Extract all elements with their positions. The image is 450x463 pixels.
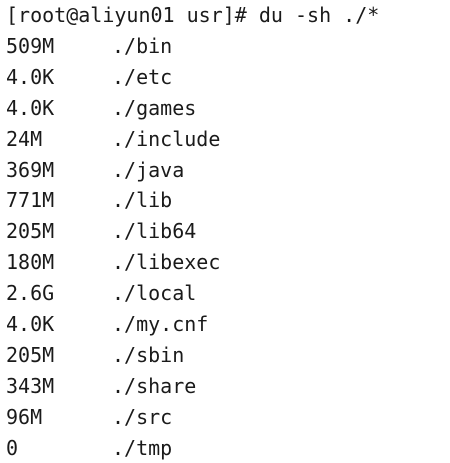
command-prompt-line: [root@aliyun01 usr]# du -sh ./* <box>6 3 380 27</box>
du-output-row: 4.0K ./games <box>6 93 446 124</box>
size-value: 771M <box>6 188 55 213</box>
du-output-row: 369M ./java <box>6 155 446 186</box>
du-output-row: 96M ./src <box>6 402 446 433</box>
size-value: 0 <box>6 435 19 460</box>
path-value: ./my.cnf <box>112 312 209 337</box>
path-value: ./src <box>112 404 173 429</box>
size-value: 4.0K <box>6 312 55 337</box>
du-output-row: 205M ./lib64 <box>6 216 446 247</box>
size-value: 96M <box>6 404 43 429</box>
du-output-row: 343M ./share <box>6 371 446 402</box>
path-value: ./local <box>112 281 197 306</box>
size-value: 4.0K <box>6 95 55 120</box>
terminal-output: [root@aliyun01 usr]# du -sh ./* 509M ./bi… <box>6 0 446 460</box>
path-value: ./games <box>112 95 197 120</box>
size-value: 24M <box>6 126 43 151</box>
path-value: ./bin <box>112 34 173 58</box>
du-output-row: 4.0K ./etc <box>6 62 446 93</box>
path-value: ./share <box>112 373 197 398</box>
size-value: 205M <box>6 342 55 367</box>
size-value: 205M <box>6 219 55 244</box>
du-output-row: 771M ./lib <box>6 185 446 216</box>
du-output-list: 509M ./bin 4.0K ./etc 4.0K ./games 24M ./inc… <box>6 31 446 463</box>
path-value: ./sbin <box>112 342 185 367</box>
path-value: ./etc <box>112 64 173 89</box>
du-output-row: 4.0K ./my.cnf <box>6 309 446 340</box>
du-output-row: 0 ./tmp <box>6 433 446 463</box>
size-value: 343M <box>6 373 55 398</box>
path-value: ./libexec <box>112 250 221 275</box>
path-value: ./include <box>112 126 221 151</box>
du-output-row: 180M ./libexec <box>6 247 446 278</box>
path-value: ./tmp <box>112 435 173 460</box>
path-value: ./lib <box>112 188 173 213</box>
path-value: ./lib64 <box>112 219 197 244</box>
du-output-row: 205M ./sbin <box>6 340 446 371</box>
size-value: 2.6G <box>6 281 55 306</box>
path-value: ./java <box>112 157 185 182</box>
size-value: 509M <box>6 34 55 58</box>
du-output-row: 24M ./include <box>6 124 446 155</box>
du-output-row: 509M ./bin <box>6 31 446 62</box>
du-output-row: 2.6G ./local <box>6 278 446 309</box>
size-value: 180M <box>6 250 55 275</box>
size-value: 4.0K <box>6 64 55 89</box>
size-value: 369M <box>6 157 55 182</box>
